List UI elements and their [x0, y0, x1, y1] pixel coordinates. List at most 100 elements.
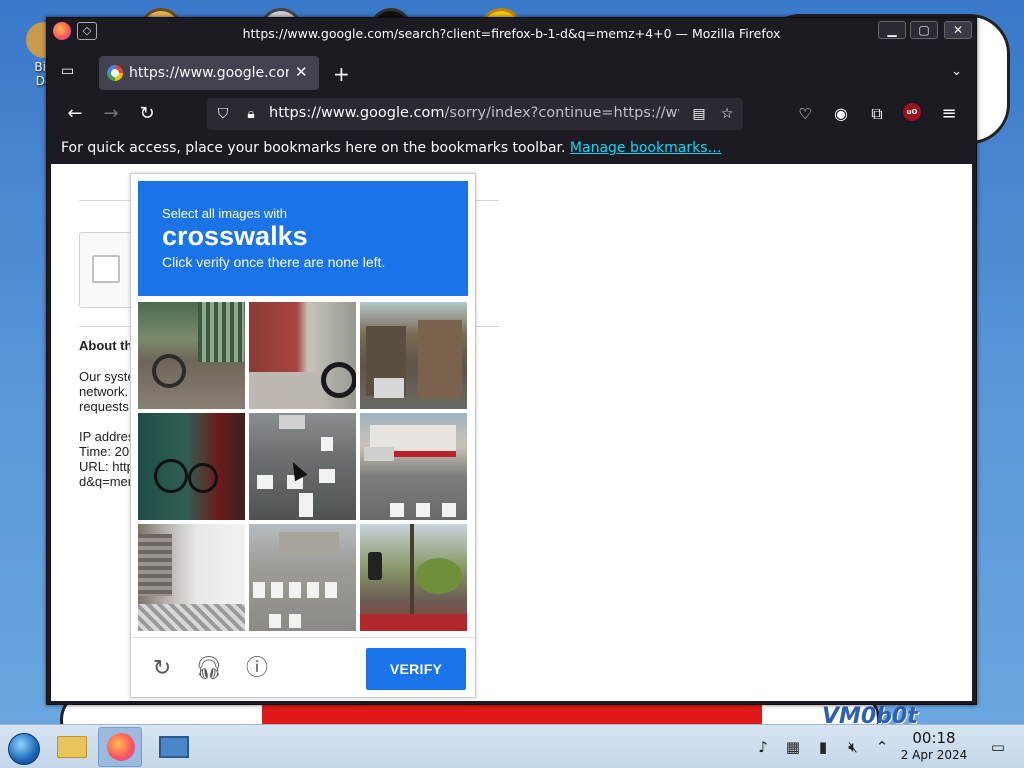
navigation-toolbar: ← → ↻ ⛉ 🔒︎ https://www.google.com/sorry/…: [47, 96, 976, 132]
captcha-tile-traffic-light-trees[interactable]: [360, 524, 467, 631]
shop-rail-shape: [198, 302, 244, 362]
crosswalk-stripe: [321, 437, 333, 451]
url-line-continued: d&q=mer: [79, 474, 133, 489]
audio-challenge-button[interactable]: 🎧︎: [194, 654, 224, 684]
back-button[interactable]: ←: [63, 102, 87, 126]
chevron-down-icon: ⌄: [951, 64, 962, 79]
page-text-line: Our syste: [79, 369, 135, 384]
crosswalk-stripe: [390, 503, 404, 517]
maximize-button[interactable]: ▢: [910, 21, 938, 39]
arrow-right-icon: →: [103, 103, 119, 124]
crosswalk-stripe: [307, 582, 319, 598]
reload-button[interactable]: ↻: [135, 102, 159, 126]
crosswalk-stripe: [416, 503, 430, 517]
taskbar-system-monitor[interactable]: [152, 727, 196, 767]
reload-icon: ↻: [152, 656, 172, 681]
page-text-line: network.: [79, 384, 129, 399]
url-bar[interactable]: ⛉ 🔒︎ https://www.google.com/sorry/index?…: [207, 98, 743, 130]
taskbar-firefox[interactable]: [98, 727, 142, 767]
hamburger-menu-icon: ≡: [941, 103, 957, 124]
clock-time[interactable]: 00:18: [898, 729, 970, 747]
taskbar-file-manager[interactable]: [50, 727, 94, 767]
crosswalk-stripe: [271, 582, 283, 598]
verify-button[interactable]: VERIFY: [366, 648, 466, 690]
account-icon: ◉: [834, 104, 848, 123]
forward-button[interactable]: →: [99, 102, 123, 126]
brand-watermark: VM0b0t: [822, 704, 918, 724]
close-button[interactable]: ✕: [944, 21, 972, 39]
reload-challenge-button[interactable]: ↻: [147, 654, 177, 684]
minimize-button[interactable]: ▁: [878, 21, 906, 39]
plus-icon: +: [333, 62, 350, 86]
captcha-tile-old-buildings-street[interactable]: [360, 302, 467, 409]
close-tab-icon: ✕: [295, 63, 308, 81]
captcha-tile-bus-and-crosswalk[interactable]: [360, 413, 467, 520]
show-desktop-icon[interactable]: ▭: [988, 737, 1008, 757]
captcha-challenge-dialog: Select all images with crosswalks Click …: [130, 173, 476, 698]
captcha-tile-bikes-on-sidewalk[interactable]: [138, 302, 245, 409]
help-button[interactable]: ⓘ: [242, 654, 272, 684]
window-title: https://www.google.com/search?client=fir…: [242, 26, 781, 41]
crosswalk-stripe: [257, 475, 273, 489]
reload-icon: ↻: [139, 103, 155, 124]
captcha-tile-bicycle-teal-wall[interactable]: [138, 413, 245, 520]
bike-wheel-shape: [152, 354, 186, 388]
url-text[interactable]: https://www.google.com/sorry/index?conti…: [269, 105, 679, 121]
volume-muted-icon[interactable]: 🔇︎: [843, 737, 863, 757]
car-shape: [364, 447, 394, 461]
info-icon: ⓘ: [245, 656, 268, 681]
list-all-tabs-button[interactable]: ⌄: [951, 64, 962, 79]
captcha-tile-scooter-red-wall[interactable]: [249, 302, 356, 409]
google-favicon-icon: [107, 65, 123, 81]
firefox-view-button[interactable]: ▭: [61, 63, 81, 83]
url-line: URL: http: [79, 459, 134, 474]
captcha-instructions-header: Select all images with crosswalks Click …: [138, 181, 468, 296]
firefox-view-icon: ▭: [61, 63, 75, 79]
bookmarks-message-text: For quick access, place your bookmarks h…: [61, 140, 566, 156]
building-shape: [418, 320, 462, 398]
ublock-origin-icon[interactable]: uO: [903, 103, 921, 121]
pocket-icon: ♡: [798, 105, 812, 123]
tray-expand-chevron-up-icon[interactable]: ⌃: [872, 737, 892, 757]
crosswalk-stripe: [442, 503, 456, 517]
clipboard-icon[interactable]: ▦: [783, 737, 803, 757]
close-icon: ✕: [952, 23, 964, 37]
crosswalk-stripe: [325, 582, 337, 598]
app-menu-button[interactable]: ≡: [937, 102, 961, 126]
pocket-button[interactable]: ♡: [793, 102, 817, 126]
battery-icon[interactable]: ▮: [813, 737, 833, 757]
account-button[interactable]: ◉: [829, 102, 853, 126]
tab-bar: ▭ https://www.google.com/search?client=f…: [47, 54, 976, 92]
window-titlebar[interactable]: ◇ https://www.google.com/search?client=f…: [47, 18, 976, 48]
tab-active[interactable]: https://www.google.com/search?client=fir…: [99, 56, 319, 90]
new-tab-button[interactable]: +: [333, 62, 350, 86]
minimize-icon: ▁: [887, 23, 897, 37]
ip-address-line: IP addres: [79, 429, 135, 444]
captcha-tile-street-crosswalk[interactable]: [249, 524, 356, 631]
recaptcha-checkbox[interactable]: [92, 255, 120, 283]
scooter-wheel-shape: [321, 362, 356, 398]
bookmark-star-icon[interactable]: ☆: [717, 104, 737, 124]
captcha-instruction-small: Select all images with: [162, 206, 287, 221]
tab-close-button[interactable]: ✕: [295, 63, 311, 83]
extensions-button[interactable]: ⧉: [865, 102, 889, 126]
clock-date[interactable]: 2 Apr 2024: [894, 748, 974, 762]
manage-bookmarks-link[interactable]: Manage bookmarks…: [570, 140, 722, 156]
tracking-protection-shield-icon[interactable]: ⛉: [213, 104, 233, 124]
tile-floor-shape: [249, 372, 319, 409]
start-button[interactable]: [2, 727, 46, 767]
start-orb-icon: [8, 733, 40, 765]
headphones-icon: 🎧︎: [195, 656, 223, 681]
captcha-tile-stairs-white-wall[interactable]: [138, 524, 245, 631]
reader-view-icon[interactable]: ▤: [689, 104, 709, 124]
tab-label: https://www.google.com/search?client=fir…: [129, 65, 289, 81]
url-path: /sorry/index?continue=https://www.google…: [444, 105, 679, 121]
notification-bell-icon[interactable]: ♪: [753, 737, 773, 757]
time-line: Time: 20: [79, 444, 130, 459]
arrow-left-icon: ←: [67, 103, 83, 124]
shop-awning-shape: [360, 614, 467, 631]
lock-icon[interactable]: 🔒︎: [241, 104, 261, 124]
bookmarks-toolbar-message: For quick access, place your bookmarks h…: [61, 140, 721, 156]
monitor-icon: [159, 736, 189, 758]
truck-shape: [374, 378, 404, 398]
